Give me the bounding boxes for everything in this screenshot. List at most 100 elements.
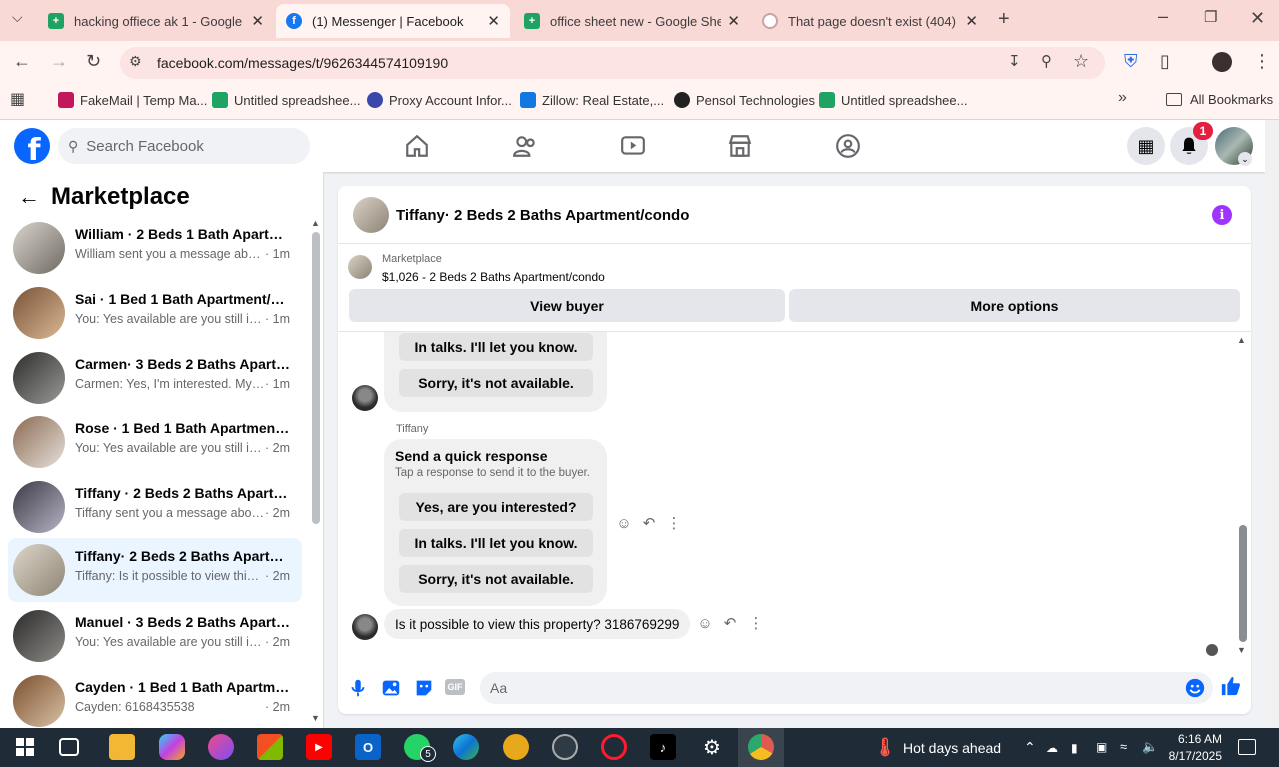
url-text[interactable]: facebook.com/messages/t/9626344574109190 [157, 55, 448, 71]
mixed-app-icon[interactable] [208, 734, 234, 760]
weather-text[interactable]: Hot days ahead [903, 740, 1001, 756]
youtube-icon[interactable]: ▶ [306, 734, 332, 760]
back-arrow-icon[interactable]: ← [18, 184, 40, 210]
close-icon[interactable]: ✕ [727, 12, 740, 30]
browser-profile-avatar[interactable] [1212, 52, 1232, 72]
video-icon[interactable] [620, 133, 646, 159]
install-app-icon[interactable]: ↧ [1008, 52, 1021, 70]
more-actions-icon[interactable]: ⋮ [747, 614, 765, 632]
sender-avatar[interactable] [352, 614, 378, 640]
groups-icon[interactable] [835, 133, 861, 159]
conversation-item[interactable]: William · 2 Beds 1 Bath Apartment/condo W… [8, 216, 302, 280]
conversation-list-scrollbar[interactable] [312, 232, 320, 524]
zoom-icon[interactable]: ⚲ [1041, 52, 1052, 70]
bookmark-pensol[interactable]: Pensol Technologies [674, 92, 815, 108]
windows-start-icon[interactable] [12, 734, 38, 760]
outlook-icon[interactable]: O [355, 734, 381, 760]
thermometer-icon[interactable]: 🌡 [872, 734, 898, 760]
opera-icon[interactable] [601, 734, 627, 760]
restore-icon[interactable]: ❐ [1204, 8, 1217, 26]
onedrive-icon[interactable]: ☁ [1046, 741, 1058, 755]
close-icon[interactable]: ✕ [487, 12, 500, 30]
message-bubble[interactable]: Is it possible to view this property? 31… [384, 609, 691, 639]
volume-icon[interactable]: 🔈 [1142, 739, 1158, 755]
menu-button[interactable]: ▦ [1127, 127, 1165, 165]
listing-summary[interactable]: $1,026 - 2 Beds 2 Baths Apartment/condo [382, 270, 605, 284]
bookmark-fakemail[interactable]: FakeMail | Temp Ma... [58, 92, 207, 108]
close-icon[interactable]: ✕ [251, 12, 264, 30]
notification-center-icon[interactable] [1238, 739, 1256, 755]
extensions-puzzle-icon[interactable]: ▯ [1160, 51, 1170, 72]
new-tab-icon[interactable]: + [998, 8, 1010, 31]
battery-icon[interactable]: ▮ [1071, 741, 1078, 755]
marketplace-icon[interactable] [727, 133, 753, 159]
browser-menu-icon[interactable]: ⋮ [1253, 51, 1271, 72]
conversation-item[interactable]: Tiffany · 2 Beds 2 Baths Apartment/condo… [8, 475, 302, 539]
bookmark-spreadsheet-2[interactable]: Untitled spreadshee... [819, 92, 967, 108]
forward-icon[interactable]: → [50, 51, 68, 72]
tab-3[interactable]: That page doesn't exist (404) - F ✕ [752, 4, 988, 38]
search-facebook-input[interactable]: ⚲ Search Facebook [58, 128, 310, 164]
close-icon[interactable]: ✕ [965, 12, 978, 30]
tab-2[interactable]: + office sheet new - Google Sheet ✕ [514, 4, 750, 38]
quick-response-option[interactable]: Sorry, it's not available. [399, 565, 593, 593]
home-icon[interactable] [404, 133, 430, 159]
sender-avatar[interactable] [352, 385, 378, 411]
friends-icon[interactable] [512, 133, 538, 159]
gif-icon[interactable]: GIF [445, 679, 465, 695]
listing-thumbnail[interactable] [348, 255, 372, 279]
all-bookmarks[interactable]: All Bookmarks [1166, 92, 1273, 107]
site-info-icon[interactable]: ⚙ [129, 53, 142, 70]
apps-grid-icon[interactable]: ▦ [10, 89, 25, 109]
minimize-icon[interactable]: – [1158, 6, 1168, 27]
wifi-icon[interactable]: ≈ [1120, 739, 1127, 754]
conversation-item[interactable]: Rose · 1 Bed 1 Bath Apartment/condo You: … [8, 410, 302, 474]
view-buyer-button[interactable]: View buyer [349, 289, 785, 322]
file-explorer-icon[interactable] [109, 734, 135, 760]
reload-icon[interactable]: ↻ [86, 51, 101, 72]
quick-response-option[interactable]: Yes, are you interested? [399, 493, 593, 521]
quick-response-option[interactable]: In talks. I'll let you know. [399, 333, 593, 361]
scroll-up-icon[interactable]: ▲ [1237, 335, 1246, 345]
tab-0[interactable]: + hacking offiece ak 1 - Google D ✕ [38, 4, 274, 38]
message-input[interactable]: Aa [480, 672, 1213, 704]
emoji-icon[interactable] [1184, 677, 1206, 699]
scroll-up-icon[interactable]: ▲ [311, 218, 320, 228]
conversation-item[interactable]: Tiffany· 2 Beds 2 Baths Apartment/condo T… [8, 538, 302, 602]
quick-response-option[interactable]: In talks. I'll let you know. [399, 529, 593, 557]
scroll-down-icon[interactable]: ▼ [311, 713, 320, 723]
chat-scrollbar[interactable] [1239, 525, 1247, 642]
info-icon[interactable]: i [1212, 205, 1232, 225]
facebook-logo[interactable]: f [14, 128, 50, 164]
sticker-icon[interactable] [413, 677, 435, 699]
tab-search-icon[interactable]: ⌵ [12, 9, 23, 26]
more-bookmarks-icon[interactable]: » [1118, 89, 1127, 107]
settings-gear-icon[interactable]: ⚙ [699, 734, 725, 760]
bookmark-spreadsheet-1[interactable]: Untitled spreadshee... [212, 92, 360, 108]
react-emoji-icon[interactable]: ☺ [615, 514, 633, 532]
conversation-item[interactable]: Cayden · 1 Bed 1 Bath Apartment/condo Cay… [8, 669, 302, 733]
window-close-icon[interactable]: ✕ [1250, 8, 1265, 29]
chat-listing-avatar[interactable] [353, 197, 389, 233]
clock-date[interactable]: 8/17/2025 [1166, 749, 1222, 763]
app-round-icon[interactable] [552, 734, 578, 760]
task-view-icon[interactable] [59, 738, 79, 756]
bookmark-proxy[interactable]: Proxy Account Infor... [367, 92, 512, 108]
conversation-item[interactable]: Manuel · 3 Beds 2 Baths Apartment/condo Y… [8, 604, 302, 668]
microsoft-store-icon[interactable] [257, 734, 283, 760]
react-emoji-icon[interactable]: ☺ [696, 614, 714, 632]
extension-shield-icon[interactable]: ⛨ [1124, 51, 1138, 72]
page-scrollbar[interactable] [1265, 120, 1279, 728]
chat-title[interactable]: Tiffany· 2 Beds 2 Baths Apartment/condo [396, 207, 689, 224]
tray-chevron-icon[interactable]: ⌃ [1024, 739, 1036, 756]
chevron-down-icon[interactable]: ⌄ [1238, 152, 1252, 166]
more-options-button[interactable]: More options [789, 289, 1240, 322]
copilot-icon[interactable] [159, 734, 185, 760]
reply-icon[interactable]: ↶ [640, 514, 658, 532]
like-thumb-icon[interactable] [1220, 675, 1242, 697]
photo-icon[interactable] [380, 677, 402, 699]
bookmark-star-icon[interactable]: ☆ [1073, 51, 1089, 72]
more-actions-icon[interactable]: ⋮ [665, 514, 683, 532]
tiktok-icon[interactable]: ♪ [650, 734, 676, 760]
medal-icon[interactable] [503, 734, 529, 760]
